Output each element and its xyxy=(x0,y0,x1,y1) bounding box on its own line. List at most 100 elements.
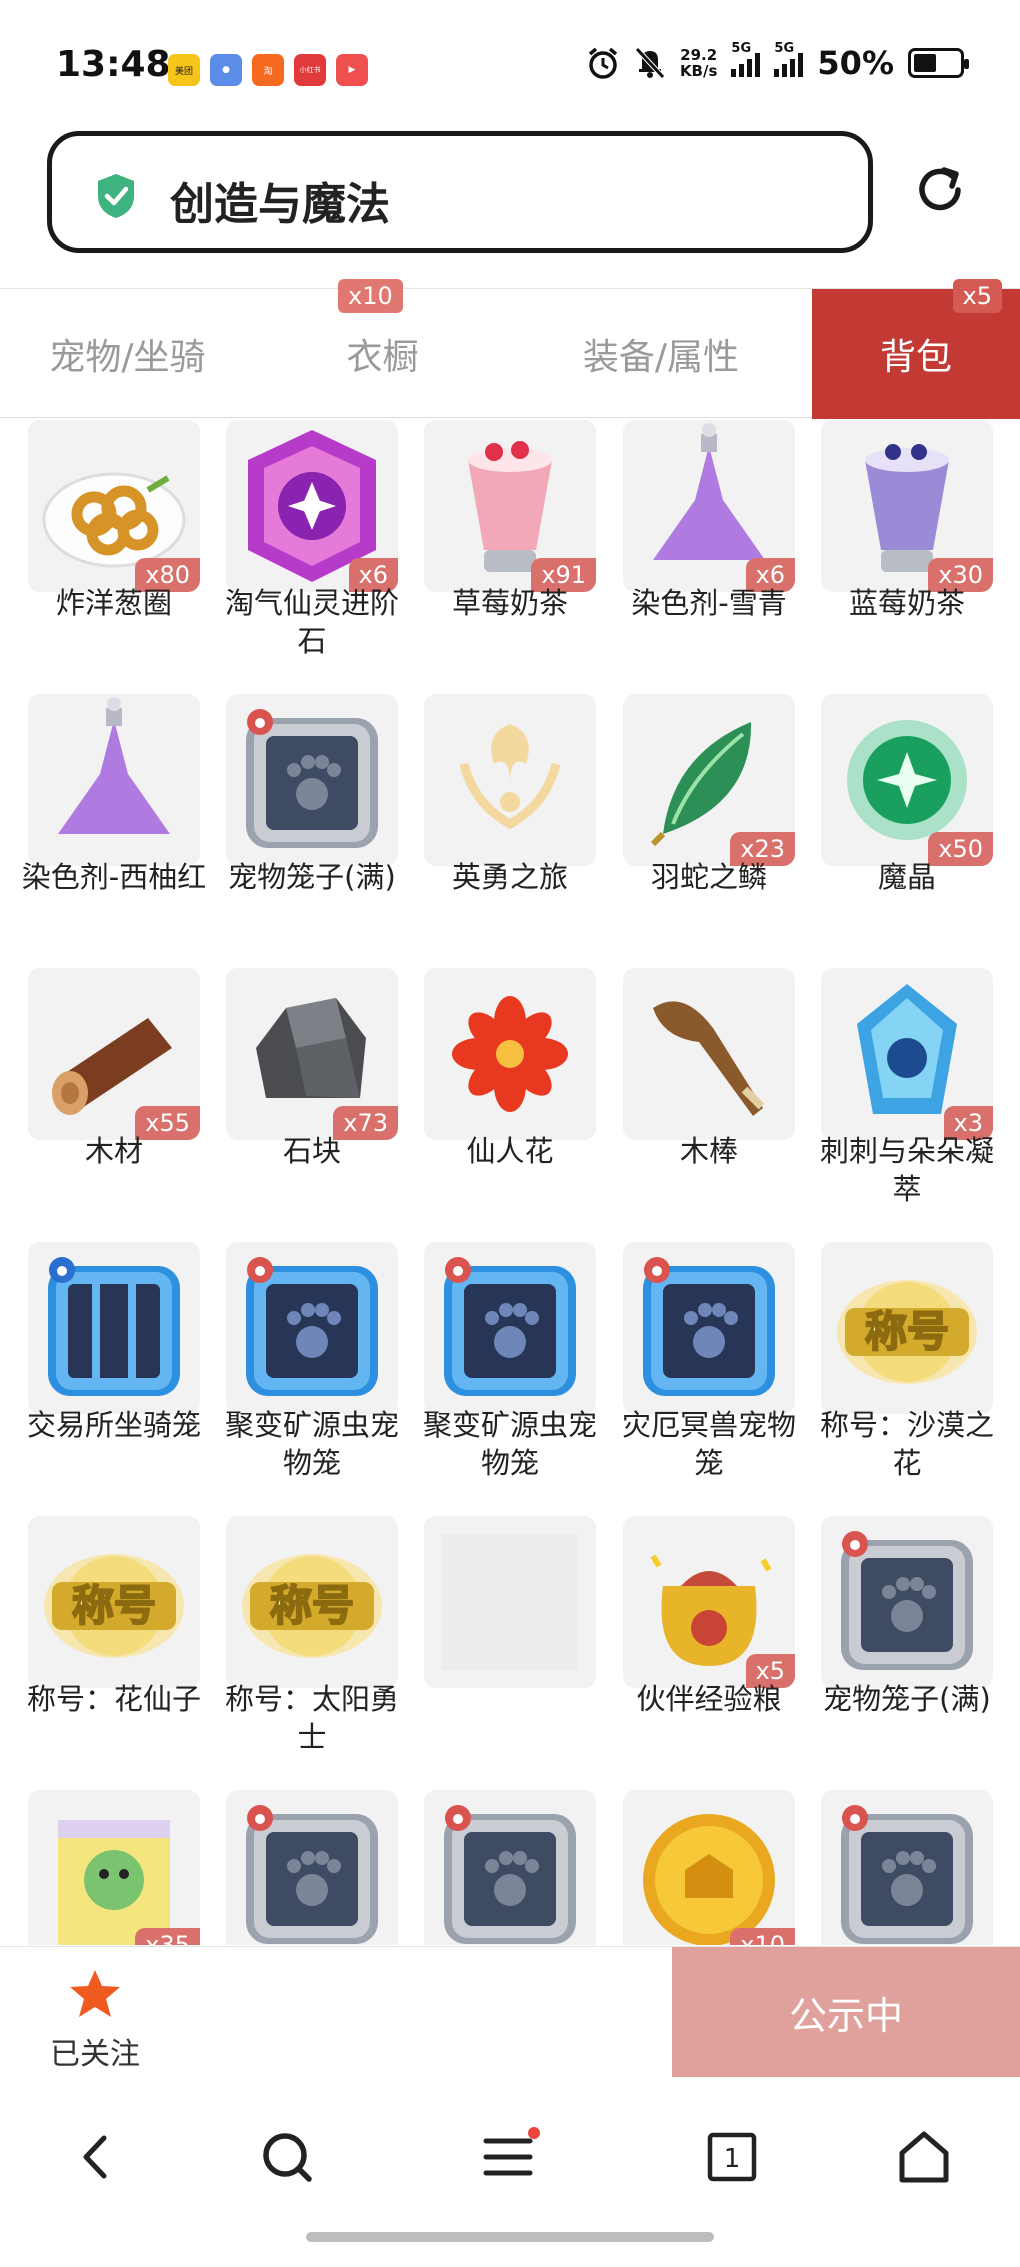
item-name: 灾厄冥兽宠物笼 xyxy=(621,1408,796,1480)
tab-wardrobe[interactable]: x10 衣橱 xyxy=(255,279,510,419)
mount-cage-icon xyxy=(48,1257,180,1396)
item-name: 称号：太阳勇士 xyxy=(224,1682,399,1754)
network-speed: 29.2 KB/s xyxy=(679,46,718,80)
title-badge-icon: 称号 xyxy=(44,1554,184,1658)
follow-label: 已关注 xyxy=(50,2037,140,2072)
tab-badge: x10 xyxy=(338,279,403,313)
item-name: 炸洋葱圈 xyxy=(55,586,172,620)
item-name: 淘气仙灵进阶石 xyxy=(224,586,399,658)
notification-app-icons: 美团 ● 淘 小红书 ▶ xyxy=(168,54,368,86)
tab-count: 1 xyxy=(724,2144,741,2174)
publicity-button[interactable]: 公示中 xyxy=(672,1947,1020,2077)
item-thumbnail: x23 xyxy=(623,694,795,866)
item-thumbnail: x10 xyxy=(623,1790,795,1945)
item-name: 称号：沙漠之花 xyxy=(819,1408,994,1480)
home-button[interactable] xyxy=(884,2117,964,2197)
item-quantity-badge: x35 xyxy=(135,1928,200,1945)
app-notification-icon: ● xyxy=(210,54,242,86)
item-name: 羽蛇之鳞 xyxy=(650,860,767,894)
item-thumbnail: x35 xyxy=(28,1790,200,1945)
page-title: 创造与魔法 xyxy=(170,179,390,230)
empty-slot-icon xyxy=(442,1534,578,1670)
inventory-grid: x80 炸洋葱圈 x6 淘气仙灵进阶石 x91 草莓奶茶 x6 染色剂-雪青 x30 蓝莓奶茶 染色… xyxy=(0,420,1020,1945)
club-icon xyxy=(653,1001,765,1116)
item-quantity-badge: x10 xyxy=(730,1928,795,1945)
item-name: 石块 xyxy=(282,1134,341,1168)
item-thumbnail xyxy=(28,694,200,866)
tab-equipment-attributes[interactable]: 装备/属性 xyxy=(510,289,812,419)
bottom-action-bar: 已关注 公示中 xyxy=(0,1946,1020,2077)
item-thumbnail xyxy=(424,1516,596,1688)
search-icon xyxy=(263,2133,312,2182)
follow-button[interactable]: 已关注 xyxy=(40,1967,150,2073)
item-thumbnail xyxy=(424,968,596,1140)
item-thumbnail xyxy=(623,1242,795,1414)
item-thumbnail xyxy=(226,694,398,866)
item-name: 交易所坐骑笼 xyxy=(26,1408,201,1442)
menu-button[interactable] xyxy=(470,2117,550,2197)
item-thumbnail xyxy=(424,1790,596,1945)
tab-pet-mount[interactable]: 宠物/坐骑 xyxy=(0,289,255,419)
item-thumbnail: x6 xyxy=(623,420,795,592)
svg-text:称号: 称号 xyxy=(865,1307,949,1356)
taobao-app-icon: 淘 xyxy=(252,54,284,86)
item-name: 仙人花 xyxy=(466,1134,554,1168)
feed-pack-icon xyxy=(58,1820,170,1945)
item-name: 称号：花仙子 xyxy=(26,1682,201,1716)
item-name: 染色剂-雪青 xyxy=(631,586,787,620)
battery-icon xyxy=(908,48,969,78)
star-icon xyxy=(70,1970,120,2017)
status-indicators: 29.2 KB/s 5G 5G 50% xyxy=(586,41,969,82)
tab-backpack[interactable]: x5 背包 xyxy=(812,279,1020,419)
menu-icon xyxy=(483,2127,540,2176)
home-indicator xyxy=(306,2232,714,2242)
signal-icon: 5G xyxy=(731,41,761,77)
item-thumbnail: 称号 xyxy=(821,1242,993,1414)
shield-check-icon xyxy=(98,174,134,218)
pet-cage-icon xyxy=(841,1531,973,1670)
item-thumbnail: x55 xyxy=(28,968,200,1140)
blue-pet-cage-icon xyxy=(444,1257,576,1396)
item-name: 染色剂-西柚红 xyxy=(21,860,207,894)
flower-icon xyxy=(452,996,568,1112)
xiaohongshu-app-icon: 小红书 xyxy=(294,54,326,86)
item-thumbnail xyxy=(821,1516,993,1688)
mute-bell-icon xyxy=(635,47,665,79)
tab-badge: x5 xyxy=(952,279,1002,313)
title-badge-icon: 称号 xyxy=(837,1280,977,1384)
meituan-app-icon: 美团 xyxy=(168,54,200,86)
tabs-button[interactable]: 1 xyxy=(692,2117,772,2197)
pet-cage-icon xyxy=(246,1805,378,1944)
item-name: 木棒 xyxy=(679,1134,738,1168)
title-badge-icon: 称号 xyxy=(242,1554,382,1658)
item-thumbnail: x73 xyxy=(226,968,398,1140)
pet-cage-icon xyxy=(841,1805,973,1944)
item-name: 宠物笼子(满) xyxy=(228,860,396,894)
tab-count-icon: 1 xyxy=(707,2132,757,2182)
refresh-icon[interactable] xyxy=(912,162,968,218)
svg-text:称号: 称号 xyxy=(270,1581,354,1630)
emblem-icon xyxy=(459,724,561,830)
item-thumbnail: x91 xyxy=(424,420,596,592)
video-app-icon: ▶ xyxy=(336,54,368,86)
page-title-bar[interactable]: 创造与魔法 xyxy=(47,131,873,253)
item-thumbnail: x80 xyxy=(28,420,200,592)
pet-cage-icon xyxy=(246,709,378,848)
pet-cage-icon xyxy=(444,1805,576,1944)
item-name: 聚变矿源虫宠物笼 xyxy=(224,1408,399,1480)
item-thumbnail xyxy=(424,1242,596,1414)
item-thumbnail xyxy=(226,1790,398,1945)
alarm-icon xyxy=(588,47,618,79)
signal-icon-2: 5G xyxy=(774,41,804,77)
item-thumbnail: x6 xyxy=(226,420,398,592)
search-button[interactable] xyxy=(247,2117,327,2197)
battery-percent: 50% xyxy=(817,44,894,82)
category-tabs: 宠物/坐骑 x10 衣橱 装备/属性 x5 背包 xyxy=(0,279,1020,419)
item-thumbnail: x30 xyxy=(821,420,993,592)
back-button[interactable] xyxy=(56,2117,136,2197)
item-thumbnail: x5 xyxy=(623,1516,795,1688)
item-thumbnail: x3 xyxy=(821,968,993,1140)
blue-pet-cage-icon xyxy=(246,1257,378,1396)
item-name: 伙伴经验粮 xyxy=(636,1682,782,1716)
item-name: 聚变矿源虫宠物笼 xyxy=(422,1408,597,1480)
